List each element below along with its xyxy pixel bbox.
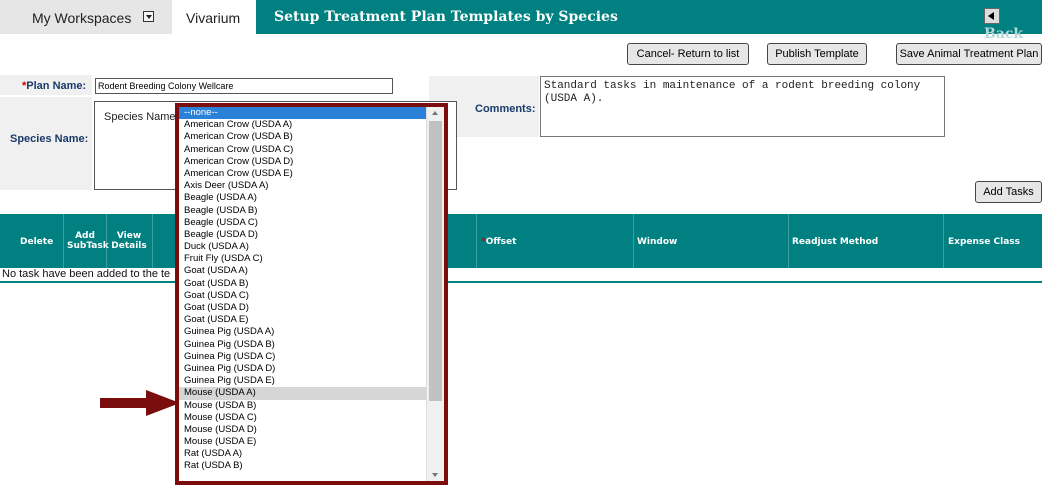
species-option[interactable]: Goat (USDA B)	[179, 278, 427, 290]
col-add-subtask-line2: SubTask	[67, 241, 109, 251]
col-view-details-line2: Details	[111, 241, 147, 251]
species-option[interactable]: American Crow (USDA D)	[179, 156, 427, 168]
comments-textarea[interactable]: Standard tasks in maintenance of a roden…	[540, 76, 945, 137]
species-option[interactable]: Rat (USDA A)	[179, 448, 427, 460]
species-option[interactable]: Mouse (USDA C)	[179, 412, 427, 424]
publish-template-button[interactable]: Publish Template	[767, 43, 867, 65]
plan-name-label: *Plan Name:	[22, 80, 86, 92]
species-inner-label: Species Name:	[104, 111, 179, 123]
cancel-button[interactable]: Cancel- Return to list	[627, 43, 749, 65]
comments-label: Comments:	[475, 103, 536, 115]
col-readjust-method[interactable]: Readjust Method	[792, 237, 878, 247]
species-option[interactable]: Guinea Pig (USDA A)	[179, 326, 427, 338]
page-title: Setup Treatment Plan Templates by Specie…	[274, 9, 618, 25]
species-option[interactable]: American Crow (USDA E)	[179, 168, 427, 180]
scroll-down-icon[interactable]	[427, 469, 444, 481]
species-name-label: Species Name:	[10, 133, 89, 145]
col-expense-class[interactable]: Expense Class	[948, 237, 1020, 247]
species-option[interactable]: Rat (USDA B)	[179, 460, 427, 472]
tab-vivarium-label: Vivarium	[186, 10, 241, 26]
col-window[interactable]: Window	[637, 237, 677, 247]
species-option[interactable]: Guinea Pig (USDA B)	[179, 339, 427, 351]
species-option[interactable]: Beagle (USDA D)	[179, 229, 427, 241]
tab-vivarium[interactable]: Vivarium	[172, 0, 256, 34]
species-option[interactable]: Beagle (USDA A)	[179, 192, 427, 204]
top-nav: My Workspaces Vivarium Setup Treatment P…	[0, 0, 1042, 42]
dropdown-icon[interactable]	[143, 11, 154, 22]
tab-my-workspaces-label: My Workspaces	[32, 10, 132, 26]
species-option[interactable]: --none--	[179, 107, 427, 120]
add-tasks-button[interactable]: Add Tasks	[975, 181, 1042, 203]
col-delete[interactable]: Delete	[20, 237, 53, 247]
tab-my-workspaces[interactable]: My Workspaces	[0, 0, 172, 34]
header-divider	[633, 214, 634, 268]
species-option[interactable]: Axis Deer (USDA A)	[179, 180, 427, 192]
header-divider	[476, 214, 477, 268]
species-option[interactable]: Mouse (USDA B)	[179, 400, 427, 412]
species-option[interactable]: Beagle (USDA B)	[179, 205, 427, 217]
header-divider	[943, 214, 944, 268]
empty-table-message: No task have been added to the te	[2, 268, 171, 280]
species-option[interactable]: Mouse (USDA A)	[179, 387, 427, 400]
back-link[interactable]: Back	[984, 8, 1042, 42]
scrollbar-thumb[interactable]	[429, 121, 442, 401]
col-add-subtask-line1: Add	[75, 231, 95, 241]
col-view-details-line1: View	[116, 231, 142, 241]
species-option[interactable]: American Crow (USDA C)	[179, 144, 427, 156]
col-add-subtask[interactable]: Add SubTask	[67, 231, 109, 251]
header-divider	[152, 214, 153, 268]
back-label[interactable]: Back	[984, 26, 1023, 42]
scroll-up-icon[interactable]	[427, 107, 444, 119]
header-divider	[63, 214, 64, 268]
task-table-header	[0, 214, 1042, 268]
page-header: Setup Treatment Plan Templates by Specie…	[256, 0, 1042, 42]
species-option[interactable]: Mouse (USDA D)	[179, 424, 427, 436]
species-dropdown-list[interactable]: --none-- American Crow (USDA A) American C…	[175, 103, 448, 485]
back-arrow-icon[interactable]	[984, 8, 1000, 24]
col-offset[interactable]: *Offset	[481, 237, 516, 247]
dropdown-scrollbar[interactable]	[426, 107, 444, 481]
header-divider	[788, 214, 789, 268]
species-option[interactable]: Beagle (USDA C)	[179, 217, 427, 229]
plan-name-input[interactable]: Rodent Breeding Colony Wellcare	[95, 78, 393, 94]
species-option[interactable]: Goat (USDA C)	[179, 290, 427, 302]
species-option[interactable]: Goat (USDA D)	[179, 302, 427, 314]
species-option[interactable]: Goat (USDA E)	[179, 314, 427, 326]
species-option[interactable]: American Crow (USDA B)	[179, 131, 427, 143]
species-option[interactable]: American Crow (USDA A)	[179, 119, 427, 131]
col-offset-label: Offset	[485, 237, 517, 247]
save-plan-button[interactable]: Save Animal Treatment Plan	[896, 43, 1042, 65]
species-option[interactable]: Goat (USDA A)	[179, 265, 427, 277]
species-option[interactable]: Guinea Pig (USDA E)	[179, 375, 427, 387]
species-option[interactable]: Guinea Pig (USDA D)	[179, 363, 427, 375]
table-bottom-border	[0, 281, 1042, 283]
species-option[interactable]: Fruit Fly (USDA C)	[179, 253, 427, 265]
species-option[interactable]: Duck (USDA A)	[179, 241, 427, 253]
species-options: --none-- American Crow (USDA A) American C…	[179, 107, 427, 473]
pointer-arrow-icon	[100, 390, 180, 416]
species-option[interactable]: Guinea Pig (USDA C)	[179, 351, 427, 363]
plan-name-label-text: Plan Name:	[26, 80, 87, 92]
col-view-details[interactable]: View Details	[111, 231, 147, 251]
species-option[interactable]: Mouse (USDA E)	[179, 436, 427, 448]
